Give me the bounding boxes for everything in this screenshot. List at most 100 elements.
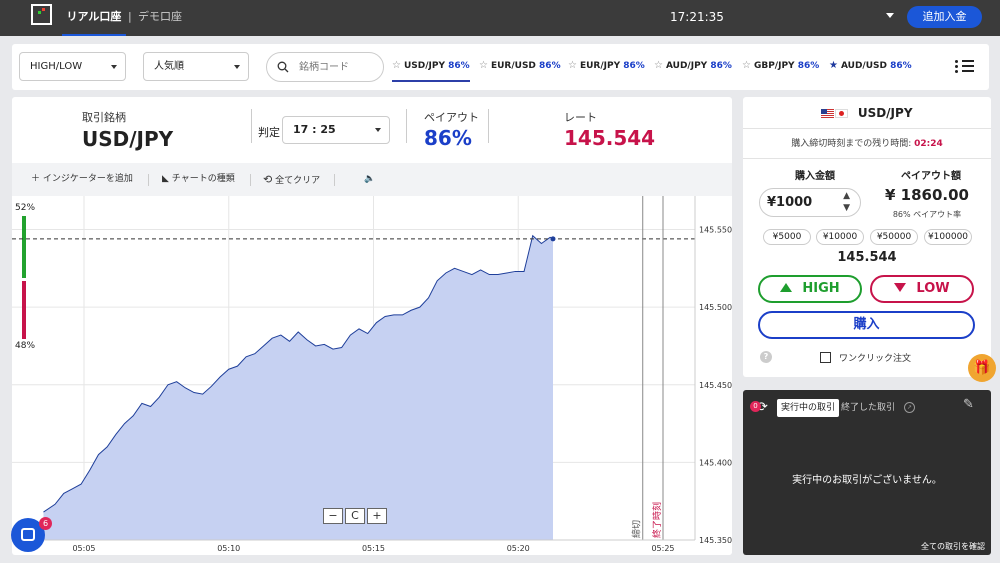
trade-type-select[interactable]: HIGH/LOW (19, 52, 126, 81)
search-input[interactable] (299, 59, 379, 75)
tab-aud-jpy[interactable]: ☆ AUD/JPY 86% (654, 52, 732, 82)
payout-block: ペイアウト 86% (424, 109, 479, 150)
chart-type-button[interactable]: ◣ チャートの種類 (162, 163, 235, 196)
star-outline-icon[interactable]: ☆ (568, 60, 577, 71)
deposit-button[interactable]: 追加入金 (907, 6, 982, 28)
chat-icon (21, 528, 35, 541)
high-button[interactable]: HIGH (758, 275, 862, 303)
chart-toolbar: ＋ インジケーターを追加 ◣ チャートの種類 ⟲ 全てクリア 🔈 (12, 163, 732, 196)
amount-input[interactable]: ¥1000 ▲ ▼ (759, 188, 861, 217)
arrow-up-icon (780, 283, 793, 292)
high-sentiment-bar (22, 216, 26, 278)
pair-symbol: AUD/USD (840, 61, 887, 71)
sound-button[interactable]: 🔈 (364, 163, 375, 196)
rate-block: レート 145.544 (564, 109, 655, 150)
chevron-down-icon (234, 65, 240, 69)
pair-payout: 86% (797, 61, 820, 71)
y-tick-label: 145.450 (699, 381, 732, 390)
zoom-reset-button[interactable]: C (345, 508, 365, 524)
divider (488, 109, 489, 143)
add-indicator-label: インジケーターを追加 (42, 174, 133, 184)
tab-eur-usd[interactable]: ☆ EUR/USD 86% (479, 52, 561, 82)
low-sentiment-bar (22, 281, 26, 339)
add-indicator-button[interactable]: ＋ インジケーターを追加 (31, 163, 133, 196)
one-click-checkbox[interactable] (820, 352, 831, 363)
price-chart[interactable]: 52% 48% 締切 終了時刻 145.550145.500145.450145.… (12, 196, 732, 555)
remaining-value: 02:24 (914, 139, 943, 149)
star-outline-icon[interactable]: ☆ (654, 60, 663, 71)
help-icon[interactable]: ? (760, 351, 772, 363)
quick-amount-10000[interactable]: ¥10000 (816, 229, 864, 245)
tab-usd-jpy[interactable]: ☆ USD/JPY 86% (392, 52, 470, 82)
account-separator: | (128, 10, 132, 23)
zoom-out-button[interactable]: − (323, 508, 343, 524)
payout-amount: ¥ 1860.00 (885, 186, 969, 204)
price-area-fill (43, 235, 553, 540)
trade-panel: USD/JPY 購入締切時刻までの残り時間: 02:24 購入金額 ペイアウト額… (743, 97, 991, 377)
star-outline-icon[interactable]: ☆ (479, 60, 488, 71)
payout-value: 86% (424, 126, 472, 150)
tab-aud-usd[interactable]: ★ AUD/USD 86% (829, 52, 912, 82)
chat-badge: 6 (39, 517, 52, 530)
quick-amount-5000[interactable]: ¥5000 (763, 229, 811, 245)
y-tick-label: 145.550 (699, 226, 732, 235)
pair-symbol: EUR/USD (490, 61, 536, 71)
zoom-in-button[interactable]: + (367, 508, 387, 524)
list-menu-icon[interactable] (955, 60, 977, 74)
demo-account-tab[interactable]: デモ口座 (138, 0, 182, 36)
amount-stepper[interactable]: ▲ ▼ (843, 190, 850, 214)
one-click-label: ワンクリック注文 (839, 354, 912, 364)
external-link-icon[interactable]: ↗ (904, 402, 915, 413)
symbol-search[interactable] (266, 52, 384, 82)
quick-amount-50000[interactable]: ¥50000 (870, 229, 918, 245)
tab-active-trades[interactable]: 実行中の取引 (777, 399, 840, 417)
sort-select[interactable]: 人気順 (143, 52, 249, 81)
gift-icon[interactable]: 🎁 (968, 354, 996, 382)
expiry-value: 17 : 25 (293, 123, 336, 136)
y-axis: 145.550 145.500 145.450 145.400 145.350 (694, 196, 732, 555)
low-label: LOW (916, 281, 950, 296)
filter-bar: HIGH/LOW 人気順 ☆USD/JPY 86% ☆EUR/USD 86% ☆… (12, 44, 989, 90)
clear-all-button[interactable]: ⟲ 全てクリア (263, 163, 320, 196)
amount-label: 購入金額 (795, 171, 835, 182)
star-filled-icon[interactable]: ★ (829, 60, 838, 71)
divider (251, 109, 252, 143)
x-tick-label: 05:20 (507, 544, 530, 553)
low-sentiment-pct: 48% (15, 341, 35, 351)
view-all-trades-link[interactable]: 全ての取引を確認 (921, 541, 985, 552)
toolbar-separator (250, 174, 251, 186)
tab-ended-trades[interactable]: 終了した取引 (841, 399, 895, 417)
trades-panel: ⟳ 0 実行中の取引 終了した取引 ↗ ✎ 実行中のお取引がございません。 全て… (743, 390, 991, 555)
pair-symbol: EUR/JPY (579, 61, 621, 71)
real-account-tab[interactable]: リアル口座 (62, 0, 126, 36)
server-clock: 17:21:35 (670, 10, 724, 24)
trade-panel-header: USD/JPY (743, 97, 991, 129)
star-outline-icon[interactable]: ☆ (742, 60, 751, 71)
star-outline-icon[interactable]: ☆ (392, 60, 401, 71)
expiry-select[interactable]: 17 : 25 (282, 116, 390, 144)
logo[interactable] (31, 4, 52, 25)
tab-eur-jpy[interactable]: ☆ EUR/JPY 86% (568, 52, 645, 82)
y-tick-label: 145.350 (699, 536, 732, 545)
high-sentiment-pct: 52% (15, 203, 35, 213)
trade-info-row: 取引銘柄 USD/JPY 判定 17 : 25 ペイアウト 86% レート 14… (12, 97, 732, 163)
x-tick-label: 05:05 (72, 544, 95, 553)
pair-symbol: USD/JPY (403, 61, 445, 71)
account-dropdown-icon[interactable] (886, 13, 894, 18)
sort-value: 人気順 (154, 61, 184, 72)
refresh-icon: ⟲ (263, 173, 273, 186)
divider (406, 109, 407, 143)
feather-icon[interactable]: ✎ (963, 397, 974, 412)
tab-gbp-jpy[interactable]: ☆ GBP/JPY 86% (742, 52, 819, 82)
active-trades-badge: 0 (750, 401, 761, 412)
payout-rate-note: 86% ペイアウト率 (892, 210, 962, 219)
buy-button[interactable]: 購入 (758, 311, 975, 339)
quick-amount-100000[interactable]: ¥100000 (924, 229, 972, 245)
expiry-label: 判定 (258, 126, 280, 139)
symbol-value: USD/JPY (82, 127, 174, 151)
low-button[interactable]: LOW (870, 275, 974, 303)
clear-all-label: 全てクリア (275, 176, 321, 186)
x-tick-label: 05:15 (362, 544, 385, 553)
payout-amount-label: ペイアウト額 (901, 171, 961, 182)
no-trades-message: 実行中のお取引がございません。 (792, 475, 942, 486)
